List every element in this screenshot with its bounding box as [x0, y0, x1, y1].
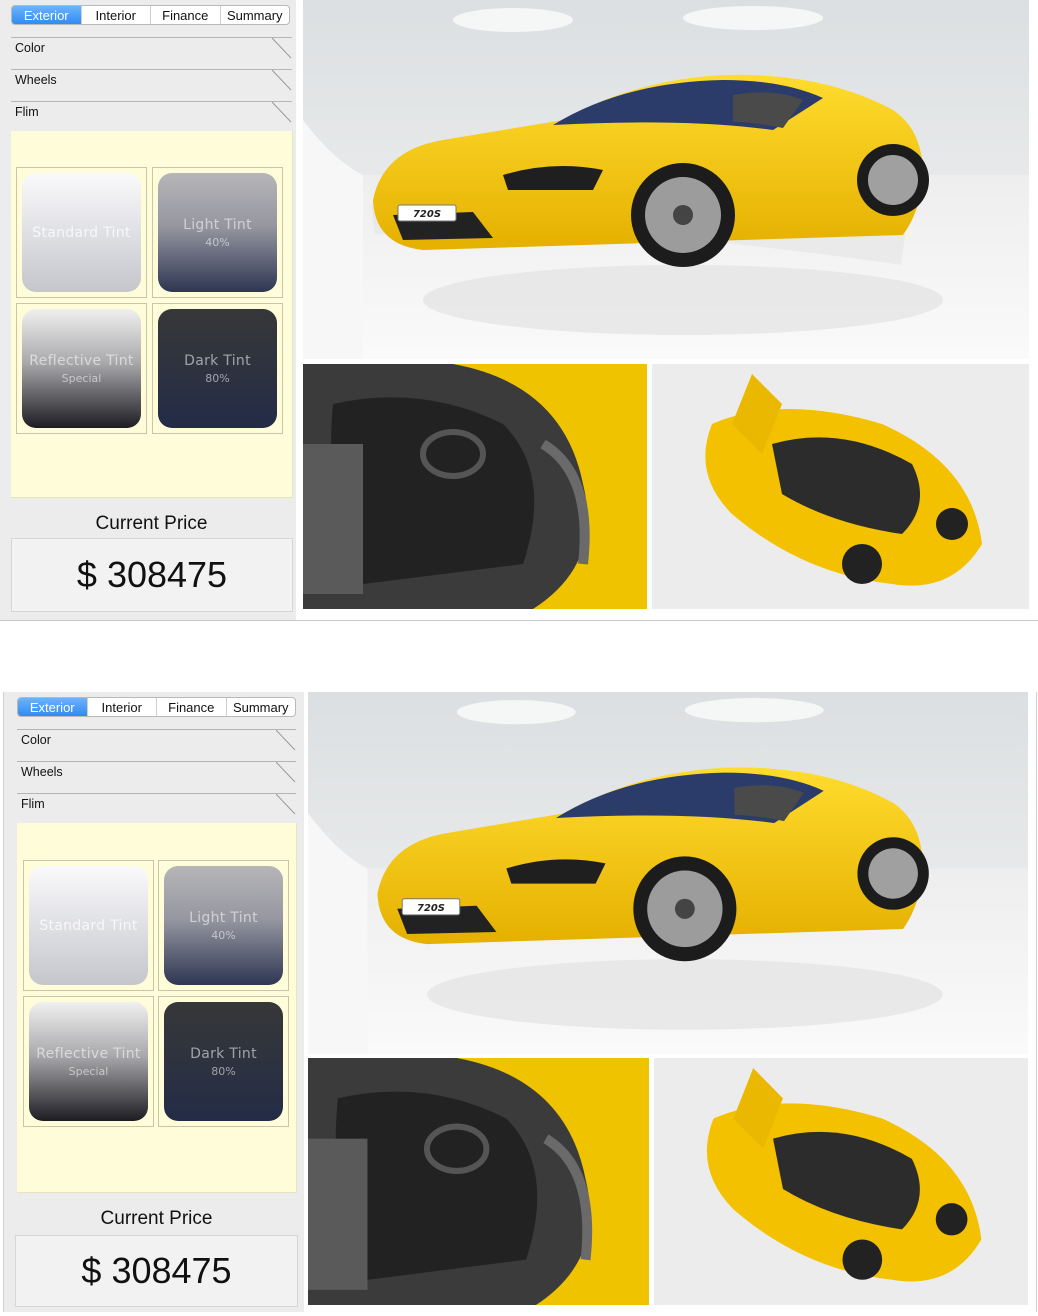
disclosure-triangle-icon [276, 730, 296, 751]
disclosure-triangle-icon [272, 102, 292, 123]
price-title: Current Price [95, 513, 208, 534]
tab-interior[interactable]: Interior [88, 698, 157, 716]
car-exterior-image: 720S [303, 0, 1029, 359]
options-sidebar: Exterior Interior Finance Summary Color … [4, 692, 304, 1312]
section-film[interactable]: Flim [11, 101, 292, 134]
section-wheels-label: Wheels [21, 765, 63, 779]
tint-option-dark[interactable]: Dark Tint 80% [158, 996, 289, 1127]
car-topdown-image [654, 1058, 1028, 1305]
tint-swatch: Standard Tint [29, 866, 148, 985]
tint-swatch: Standard Tint [22, 173, 141, 292]
tint-swatch: Light Tint 40% [164, 866, 283, 985]
tint-name: Dark Tint [190, 1045, 257, 1062]
segmented-tabs: Exterior Interior Finance Summary [11, 5, 290, 25]
tab-summary[interactable]: Summary [227, 698, 296, 716]
car-topdown-image [652, 364, 1029, 609]
price-display: $ 308475 [11, 538, 293, 612]
film-options-panel: Standard Tint Light Tint 40% Reflective … [11, 131, 293, 498]
license-plate-badge: 720S [417, 903, 445, 914]
section-color-label: Color [21, 733, 51, 747]
car-configurator-window-duplicate: Exterior Interior Finance Summary Color … [3, 692, 1037, 1312]
tint-name: Standard Tint [39, 917, 138, 934]
tint-detail: 80% [211, 1064, 236, 1078]
car-interior-image [303, 364, 647, 609]
section-film-label: Flim [15, 105, 39, 119]
segmented-tabs: Exterior Interior Finance Summary [17, 697, 296, 717]
tint-option-light[interactable]: Light Tint 40% [158, 860, 289, 991]
tint-option-dark[interactable]: Dark Tint 80% [152, 303, 283, 434]
tint-name: Reflective Tint [36, 1045, 141, 1062]
section-wheels[interactable]: Wheels [17, 761, 296, 794]
tint-name: Light Tint [189, 909, 258, 926]
tab-finance[interactable]: Finance [157, 698, 227, 716]
tint-swatch: Dark Tint 80% [158, 309, 277, 428]
car-interior-image [308, 1058, 649, 1305]
disclosure-triangle-icon [276, 794, 296, 815]
tint-option-standard[interactable]: Standard Tint [16, 167, 147, 298]
tint-swatch: Dark Tint 80% [164, 1002, 283, 1121]
tint-detail: 40% [211, 928, 236, 942]
tint-detail: 80% [205, 371, 230, 385]
section-film-label: Flim [21, 797, 45, 811]
section-film[interactable]: Flim [17, 793, 296, 826]
options-sidebar: Exterior Interior Finance Summary Color … [0, 0, 296, 620]
film-options-panel: Standard Tint Light Tint 40% Reflective … [17, 823, 297, 1193]
car-exterior-image: 720S [308, 692, 1028, 1054]
tab-exterior[interactable]: Exterior [18, 698, 88, 716]
tint-swatch: Light Tint 40% [158, 173, 277, 292]
tint-name: Standard Tint [32, 224, 131, 241]
section-color-label: Color [15, 41, 45, 55]
tab-interior[interactable]: Interior [82, 6, 151, 24]
price-title: Current Price [100, 1208, 213, 1229]
price-display: $ 308475 [15, 1235, 298, 1307]
tint-detail: Special [68, 1064, 109, 1078]
tint-swatch: Reflective Tint Special [22, 309, 141, 428]
tint-option-standard[interactable]: Standard Tint [23, 860, 154, 991]
tint-option-reflective[interactable]: Reflective Tint Special [16, 303, 147, 434]
disclosure-triangle-icon [272, 38, 292, 59]
section-wheels[interactable]: Wheels [11, 69, 292, 102]
disclosure-triangle-icon [272, 70, 292, 91]
disclosure-triangle-icon [276, 762, 296, 783]
section-wheels-label: Wheels [15, 73, 57, 87]
tint-name: Dark Tint [184, 352, 251, 369]
tint-name: Light Tint [183, 216, 252, 233]
tab-finance[interactable]: Finance [151, 6, 221, 24]
tint-detail: Special [61, 371, 102, 385]
license-plate-badge: 720S [413, 209, 441, 220]
tint-detail: 40% [205, 235, 230, 249]
tab-summary[interactable]: Summary [221, 6, 290, 24]
section-color[interactable]: Color [17, 729, 296, 762]
tint-option-reflective[interactable]: Reflective Tint Special [23, 996, 154, 1127]
tint-swatch: Reflective Tint Special [29, 1002, 148, 1121]
section-color[interactable]: Color [11, 37, 292, 70]
tint-option-light[interactable]: Light Tint 40% [152, 167, 283, 298]
car-configurator-window: Exterior Interior Finance Summary Color … [0, 0, 1038, 621]
tab-exterior[interactable]: Exterior [12, 6, 82, 24]
tint-name: Reflective Tint [29, 352, 134, 369]
